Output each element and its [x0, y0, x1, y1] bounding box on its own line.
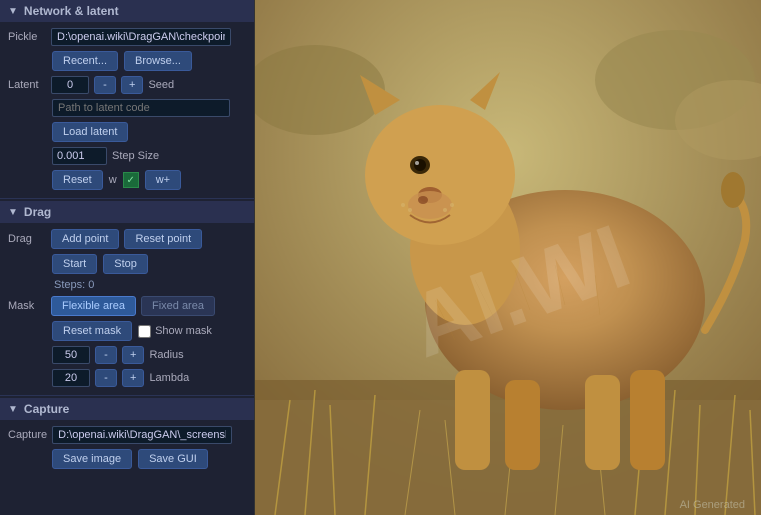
drag-section-header[interactable]: ▼ Drag [0, 201, 254, 223]
radius-input[interactable] [52, 346, 90, 364]
capture-section-header[interactable]: ▼ Capture [0, 398, 254, 420]
add-point-button[interactable]: Add point [51, 229, 119, 249]
step-size-input[interactable] [52, 147, 107, 165]
network-section-title: Network & latent [24, 4, 119, 18]
fixed-area-button[interactable]: Fixed area [141, 296, 215, 316]
reset-row: Reset w ✓ w+ [8, 170, 246, 190]
lion-image: AI.WI AI Generated [255, 0, 761, 515]
steps-row: Steps: 0 [8, 279, 246, 291]
capture-buttons-row: Save image Save GUI [8, 449, 246, 469]
reset-button[interactable]: Reset [52, 170, 103, 190]
load-latent-button[interactable]: Load latent [52, 122, 128, 142]
divider-1 [0, 198, 254, 199]
lambda-plus-button[interactable]: + [122, 369, 144, 387]
save-image-button[interactable]: Save image [52, 449, 132, 469]
drag-section-body: Drag Add point Reset point Start Stop St… [0, 223, 254, 393]
start-stop-row: Start Stop [8, 254, 246, 274]
capture-path-input[interactable] [52, 426, 232, 444]
capture-path-row: Capture [8, 426, 246, 444]
radius-label: Radius [149, 349, 183, 361]
pickle-row: Pickle [8, 28, 246, 46]
seed-label: Seed [148, 79, 174, 91]
left-panel: ▼ Network & latent Pickle Recent... Brow… [0, 0, 255, 515]
latent-value-input[interactable] [51, 76, 89, 94]
mask-options-row: Reset mask Show mask [8, 321, 246, 341]
show-mask-checkbox-area: Show mask [138, 325, 212, 338]
latent-label: Latent [8, 79, 46, 91]
recent-button[interactable]: Recent... [52, 51, 118, 71]
radius-plus-button[interactable]: + [122, 346, 144, 364]
network-section-body: Pickle Recent... Browse... Latent - + Se… [0, 22, 254, 196]
load-latent-row: Load latent [8, 122, 246, 142]
capture-section-body: Capture Save image Save GUI [0, 420, 254, 475]
start-button[interactable]: Start [52, 254, 97, 274]
lambda-row: - + Lambda [8, 369, 246, 387]
drag-section-title: Drag [24, 205, 51, 219]
browse-button[interactable]: Browse... [124, 51, 192, 71]
lambda-input[interactable] [52, 369, 90, 387]
show-mask-label: Show mask [155, 325, 212, 337]
drag-label: Drag [8, 233, 46, 245]
reset-mask-button[interactable]: Reset mask [52, 321, 132, 341]
pickle-label: Pickle [8, 31, 46, 43]
step-size-row: Step Size [8, 147, 246, 165]
radius-row: - + Radius [8, 346, 246, 364]
mask-buttons-row: Mask Flexible area Fixed area [8, 296, 246, 316]
latent-row: Latent - + Seed [8, 76, 246, 94]
flexible-area-button[interactable]: Flexible area [51, 296, 136, 316]
w-plus-button[interactable]: w+ [145, 170, 181, 190]
latent-minus-button[interactable]: - [94, 76, 116, 94]
w-label: w [109, 174, 117, 186]
latent-plus-button[interactable]: + [121, 76, 143, 94]
save-gui-button[interactable]: Save GUI [138, 449, 208, 469]
latent-path-row [8, 99, 246, 117]
capture-label: Capture [8, 429, 47, 441]
pickle-path-input[interactable] [51, 28, 231, 46]
show-mask-checkbox[interactable] [138, 325, 151, 338]
reset-point-button[interactable]: Reset point [124, 229, 202, 249]
drag-arrow-icon: ▼ [8, 207, 18, 218]
lambda-minus-button[interactable]: - [95, 369, 117, 387]
radius-minus-button[interactable]: - [95, 346, 117, 364]
step-size-label: Step Size [112, 150, 159, 162]
network-section-header[interactable]: ▼ Network & latent [0, 0, 254, 22]
network-arrow-icon: ▼ [8, 6, 18, 17]
mask-label: Mask [8, 300, 46, 312]
lambda-label: Lambda [149, 372, 189, 384]
latent-path-input[interactable] [52, 99, 230, 117]
steps-label: Steps: 0 [52, 279, 94, 291]
image-area: AI.WI AI Generated [255, 0, 761, 515]
capture-section-title: Capture [24, 402, 69, 416]
drag-points-row: Drag Add point Reset point [8, 229, 246, 249]
pickle-buttons-row: Recent... Browse... [8, 51, 246, 71]
stop-button[interactable]: Stop [103, 254, 148, 274]
w-checkbox[interactable]: ✓ [123, 172, 139, 188]
capture-arrow-icon: ▼ [8, 404, 18, 415]
ai-generated-text: AI Generated [680, 499, 745, 511]
divider-2 [0, 395, 254, 396]
